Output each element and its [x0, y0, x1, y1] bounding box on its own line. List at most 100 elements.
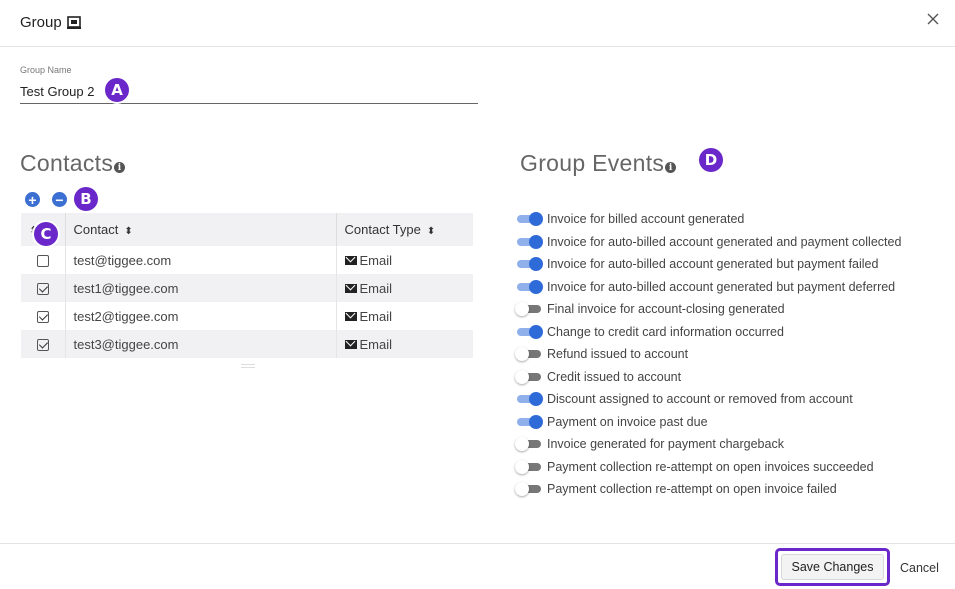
toggle-knob [529, 279, 543, 294]
remove-contact-button[interactable]: − [52, 192, 67, 207]
event-item: Invoice generated for payment chargeback [515, 433, 901, 456]
save-changes-button[interactable]: Save Changes [781, 554, 884, 580]
cancel-button[interactable]: Cancel [900, 561, 939, 575]
row-checkbox[interactable] [36, 311, 49, 324]
contact-type: Email [336, 246, 473, 274]
row-checkbox[interactable] [36, 283, 49, 296]
toggle-knob [515, 347, 529, 362]
event-toggle[interactable] [515, 437, 543, 452]
group-name-underline [20, 103, 478, 104]
modal-header: Group [0, 0, 955, 47]
contact-email: test2@tiggee.com [65, 302, 337, 330]
event-toggle[interactable] [515, 279, 543, 294]
event-toggle[interactable] [515, 257, 543, 272]
toggle-knob [529, 392, 543, 407]
envelope-icon [344, 311, 357, 321]
annotation-badge-a: A [105, 78, 129, 102]
event-label: Payment collection re-attempt on open in… [547, 482, 837, 497]
contacts-table: ⬍ Contact ⬍ Contact Type ⬍ test@tiggee.com… [21, 213, 473, 358]
event-item: Payment on invoice past due [515, 411, 901, 434]
contacts-heading-text: Contacts [20, 150, 114, 176]
event-label: Final invoice for account-closing genera… [547, 302, 785, 317]
event-item: Invoice for billed account generated [515, 208, 901, 231]
toggle-knob [529, 414, 543, 429]
annotation-badge-b: B [74, 187, 98, 211]
event-toggle[interactable] [515, 482, 543, 497]
event-label: Invoice for auto-billed account generate… [547, 257, 879, 272]
column-contact-type[interactable]: Contact Type ⬍ [336, 213, 473, 246]
event-label: Invoice generated for payment chargeback [547, 437, 784, 452]
toggle-knob [515, 459, 529, 474]
event-item: Discount assigned to account or removed … [515, 388, 901, 411]
envelope-icon [344, 339, 357, 349]
event-toggle[interactable] [515, 302, 543, 317]
event-item: Invoice for auto-billed account generate… [515, 231, 901, 254]
event-toggle[interactable] [515, 347, 543, 362]
event-label: Credit issued to account [547, 369, 682, 384]
footer-divider [0, 543, 955, 544]
table-row[interactable]: test@tiggee.com Email [21, 246, 473, 274]
toggle-knob [515, 369, 529, 384]
column-contact-label: Contact [73, 222, 119, 237]
toggle-knob [515, 437, 529, 452]
add-contact-button[interactable]: + [25, 192, 40, 207]
table-row[interactable]: test3@tiggee.com Email [21, 330, 473, 358]
event-label: Refund issued to account [547, 347, 689, 362]
contact-type: Email [336, 274, 473, 302]
toggle-knob [529, 324, 543, 339]
table-resize-handle[interactable] [241, 364, 255, 368]
table-row[interactable]: test2@tiggee.com Email [21, 302, 473, 330]
sort-icon[interactable]: ⬍ [124, 226, 132, 237]
info-icon[interactable]: i [114, 162, 126, 173]
column-contact[interactable]: Contact ⬍ [65, 213, 337, 246]
group-name-label: Group Name [20, 65, 72, 75]
contact-type-label: Email [359, 252, 393, 268]
info-icon[interactable]: i [665, 162, 677, 173]
event-label: Invoice for auto-billed account generate… [547, 234, 902, 249]
close-icon[interactable] [925, 11, 941, 27]
sort-icon[interactable]: ⬍ [427, 226, 435, 237]
table-row[interactable]: test1@tiggee.com Email [21, 274, 473, 302]
event-toggle[interactable] [515, 212, 543, 227]
event-item: Invoice for auto-billed account generate… [515, 253, 901, 276]
event-item: Credit issued to account [515, 366, 901, 389]
annotation-badge-d: D [699, 148, 723, 172]
event-toggle[interactable] [515, 369, 543, 384]
event-label: Invoice for auto-billed account generate… [547, 279, 896, 294]
event-toggle[interactable] [515, 392, 543, 407]
contact-type-label: Email [359, 336, 393, 352]
table-header-row: ⬍ Contact ⬍ Contact Type ⬍ [21, 213, 473, 246]
save-changes-highlight: Save Changes [775, 548, 890, 586]
event-label: Discount assigned to account or removed … [547, 392, 853, 407]
contact-type-label: Email [359, 308, 393, 324]
column-contact-type-label: Contact Type [344, 222, 421, 237]
modal-title-text: Group [20, 14, 62, 31]
event-item: Refund issued to account [515, 343, 901, 366]
row-checkbox[interactable] [36, 255, 49, 268]
contact-email: test1@tiggee.com [65, 274, 337, 302]
event-toggle[interactable] [515, 459, 543, 474]
event-toggle[interactable] [515, 414, 543, 429]
contact-type: Email [336, 302, 473, 330]
toggle-knob [515, 482, 529, 497]
event-item: Payment collection re-attempt on open in… [515, 478, 901, 501]
contact-email: test@tiggee.com [65, 246, 337, 274]
event-label: Change to credit card information occurr… [547, 324, 784, 339]
event-item: Change to credit card information occurr… [515, 321, 901, 344]
event-item: Invoice for auto-billed account generate… [515, 276, 901, 299]
contact-type: Email [336, 330, 473, 358]
group-name-input[interactable]: Test Group 2 [20, 84, 94, 99]
event-toggle[interactable] [515, 234, 543, 249]
group-events-heading: Group Events i [520, 150, 677, 177]
toggle-knob [529, 257, 543, 272]
event-item: Final invoice for account-closing genera… [515, 298, 901, 321]
group-icon [66, 16, 81, 29]
event-label: Payment on invoice past due [547, 414, 708, 429]
row-checkbox[interactable] [36, 339, 49, 352]
envelope-icon [344, 255, 357, 265]
contact-type-label: Email [359, 280, 393, 296]
event-toggle[interactable] [515, 324, 543, 339]
contact-email: test3@tiggee.com [65, 330, 337, 358]
group-events-heading-text: Group Events [520, 150, 665, 176]
toggle-knob [529, 212, 543, 227]
